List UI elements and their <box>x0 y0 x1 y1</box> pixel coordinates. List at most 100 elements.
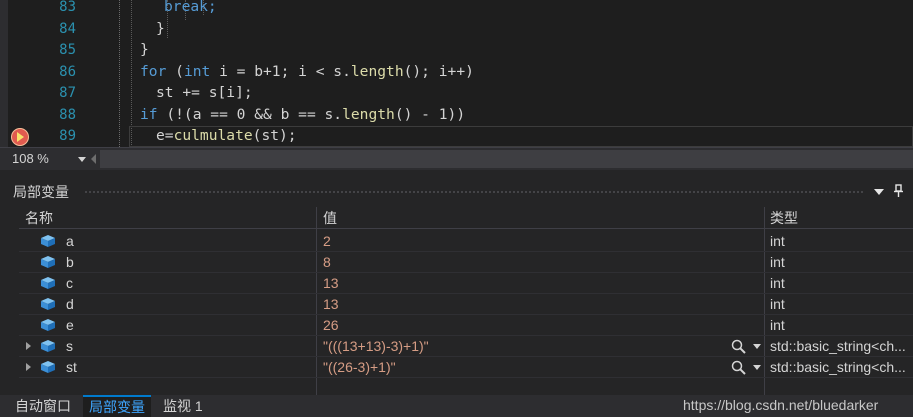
variable-type: int <box>770 317 785 333</box>
editor-zoom-bar: 108 % <box>0 147 913 170</box>
keyword-token: int <box>183 62 211 80</box>
variable-icon <box>41 298 55 310</box>
line-number: 84 <box>59 20 76 37</box>
code-token: (!(a == 0 && b == s. <box>157 105 343 123</box>
variable-icon <box>41 277 55 289</box>
code-token: (); i++) <box>403 62 474 80</box>
variable-icon <box>41 319 55 331</box>
variable-value[interactable]: 8 <box>323 252 331 272</box>
keyword-token: if <box>140 105 158 123</box>
code-token: (st); <box>252 127 297 144</box>
variable-icon <box>41 235 55 247</box>
line-number: 89 <box>59 128 76 144</box>
code-token: } <box>140 41 149 58</box>
code-line[interactable]: 86 for (int i = b+1; i < s.length(); i++) <box>0 61 913 83</box>
code-token: st += s[i]; <box>156 84 253 101</box>
code-text[interactable]: if (!(a == 0 && b == s.length() - 1)) <box>140 104 465 126</box>
chevron-down-icon[interactable] <box>753 365 761 370</box>
function-token: length <box>342 105 395 123</box>
variable-icon <box>41 256 55 268</box>
variable-value[interactable]: 13 <box>323 273 339 293</box>
variable-name: s <box>66 338 73 354</box>
variable-type: int <box>770 275 785 291</box>
variable-value[interactable]: "((26-3)+1)" <box>323 357 396 377</box>
column-header-type[interactable]: 类型 <box>764 207 798 229</box>
debug-window-tabs: 自动窗口 局部变量 监视 1 https://blog.csdn.net/blu… <box>0 395 913 417</box>
breakpoint-current-statement-icon[interactable] <box>11 128 29 146</box>
locals-row-c[interactable]: c 13 int <box>19 273 913 294</box>
locals-row-d[interactable]: d 13 int <box>19 294 913 315</box>
code-token: ( <box>166 62 184 80</box>
locals-column-header: 名称 值 类型 <box>19 207 913 229</box>
variable-value[interactable]: 26 <box>323 315 339 335</box>
code-line[interactable]: 85} <box>0 39 913 61</box>
variable-value[interactable]: 13 <box>323 294 339 314</box>
locals-window: 局部变量 名称 值 类型 a 2 int b 8 int c 13 int d … <box>0 170 913 395</box>
code-line[interactable]: 89 e=culmulate(st); <box>0 125 913 147</box>
variable-name: b <box>66 254 74 270</box>
variable-name: a <box>66 233 74 249</box>
magnifier-icon[interactable] <box>731 339 747 354</box>
tab-locals[interactable]: 局部变量 <box>83 395 151 417</box>
column-header-name[interactable]: 名称 <box>19 207 53 229</box>
horizontal-scrollbar[interactable] <box>100 150 913 168</box>
variable-type: int <box>770 296 785 312</box>
variable-value[interactable]: 2 <box>323 231 331 251</box>
scroll-left-icon[interactable] <box>91 154 96 164</box>
locals-title-bar[interactable]: 局部变量 <box>0 180 913 202</box>
code-text[interactable]: break; <box>164 0 217 18</box>
locals-row-a[interactable]: a 2 int <box>19 231 913 252</box>
variable-type: std::basic_string<ch... <box>770 338 906 354</box>
code-line[interactable]: 88 if (!(a == 0 && b == s.length() - 1)) <box>0 104 913 126</box>
line-number: 86 <box>59 63 76 80</box>
code-text[interactable]: e=culmulate(st); <box>156 125 297 147</box>
code-text[interactable]: st += s[i]; <box>156 82 253 104</box>
locals-row-b[interactable]: b 8 int <box>19 252 913 273</box>
locals-row-s[interactable]: s "(((13+13)-3)+1)" std::basic_string<ch… <box>19 336 913 357</box>
zoom-value: 108 % <box>12 151 49 166</box>
locals-title: 局部变量 <box>13 184 69 200</box>
code-text[interactable]: for (int i = b+1; i < s.length(); i++) <box>140 61 474 83</box>
line-number: 88 <box>59 106 76 123</box>
code-text[interactable]: } <box>156 18 165 40</box>
keyword-token: for <box>140 62 167 80</box>
locals-row-st[interactable]: st "((26-3)+1)" std::basic_string<ch... <box>19 357 913 378</box>
code-token: () - 1)) <box>394 105 466 123</box>
column-header-value[interactable]: 值 <box>317 207 337 229</box>
title-bar-grip <box>84 190 864 195</box>
variable-name: d <box>66 296 74 312</box>
variable-type: int <box>770 233 785 249</box>
watermark: https://blog.csdn.net/bluedarker <box>683 397 879 413</box>
expand-arrow-icon[interactable] <box>26 342 31 350</box>
pin-icon[interactable] <box>892 184 906 198</box>
chevron-down-icon[interactable] <box>753 344 761 349</box>
chevron-down-icon[interactable] <box>78 157 86 162</box>
variable-name: c <box>66 275 73 291</box>
code-token: i = b+1; i < s. <box>210 62 351 80</box>
code-line[interactable]: 87 st += s[i]; <box>0 82 913 104</box>
expand-arrow-icon[interactable] <box>26 363 31 371</box>
code-line[interactable]: 84} <box>0 18 913 40</box>
tab-autos[interactable]: 自动窗口 <box>9 395 77 417</box>
code-token: } <box>156 19 165 37</box>
line-number: 83 <box>59 0 76 15</box>
variable-value[interactable]: "(((13+13)-3)+1)" <box>323 336 429 356</box>
keyword-token: break; <box>164 0 217 15</box>
variable-icon <box>41 340 55 352</box>
magnifier-icon[interactable] <box>731 360 747 375</box>
code-editor[interactable]: 83 break; 84} 85} 86 for (int i = b+1; i < s.… <box>0 0 913 147</box>
variable-name: st <box>66 359 77 375</box>
locals-row-e[interactable]: e 26 int <box>19 315 913 336</box>
line-number: 87 <box>59 85 76 101</box>
function-token: culmulate <box>173 127 253 144</box>
tab-watch-1[interactable]: 监视 1 <box>157 395 209 417</box>
variable-type: std::basic_string<ch... <box>770 359 906 375</box>
zoom-dropdown[interactable]: 108 % <box>8 149 86 169</box>
variable-icon <box>41 361 55 373</box>
window-menu-icon[interactable] <box>874 189 884 195</box>
code-line[interactable]: 83 break; <box>0 0 913 18</box>
variable-type: int <box>770 254 785 270</box>
code-token: e= <box>156 127 174 144</box>
code-text[interactable]: } <box>140 39 149 61</box>
locals-rows: a 2 int b 8 int c 13 int d 13 int e 26 i… <box>19 231 913 378</box>
